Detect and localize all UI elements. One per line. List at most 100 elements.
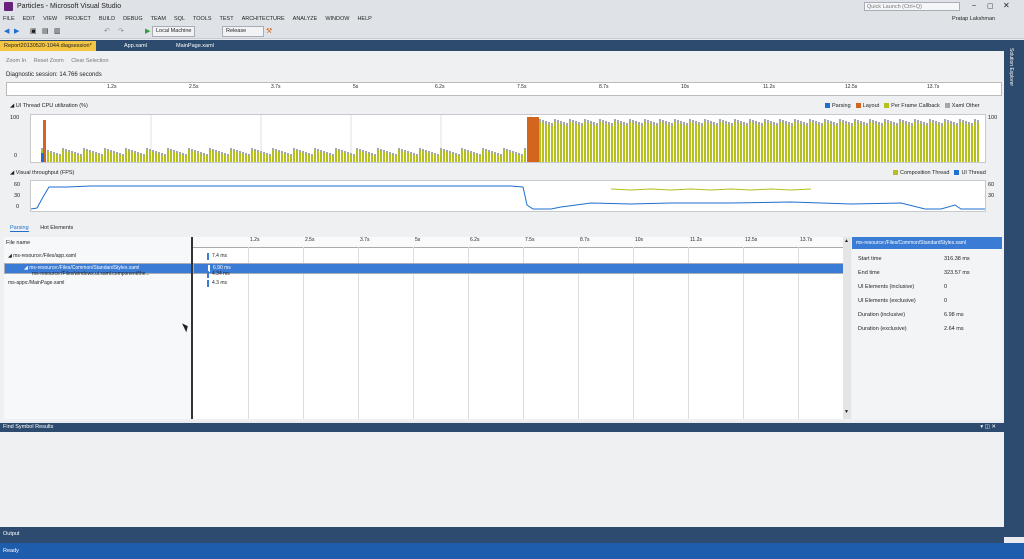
cpu-bar bbox=[665, 124, 667, 162]
cpu-bar bbox=[326, 152, 328, 154]
menu-item-window[interactable]: WINDOW bbox=[325, 16, 349, 22]
tab-hot-elements[interactable]: Hot Elements bbox=[40, 225, 73, 231]
fps-graph[interactable] bbox=[30, 180, 986, 212]
cpu-bar bbox=[101, 156, 103, 162]
menu-item-edit[interactable]: EDIT bbox=[23, 16, 36, 22]
cpu-bar bbox=[575, 121, 577, 124]
redo-icon[interactable]: ↷ bbox=[118, 27, 124, 35]
menu-item-team[interactable]: TEAM bbox=[151, 16, 166, 22]
save-icon[interactable]: ▤ bbox=[42, 27, 49, 35]
tree-row[interactable]: ◢ ms-resource:/Files/app.xaml bbox=[4, 252, 191, 261]
cpu-bar bbox=[416, 154, 418, 156]
tab-app-xaml[interactable]: App.xaml bbox=[120, 41, 151, 51]
maximize-button[interactable]: ▢ bbox=[987, 2, 994, 10]
cpu-legend: Parsing Layout Per Frame Callback Xaml Othe… bbox=[820, 103, 980, 109]
cpu-bar bbox=[272, 148, 274, 150]
clear-selection-button[interactable]: Clear Selection bbox=[71, 58, 108, 64]
cpu-bar bbox=[710, 121, 712, 124]
cpu-bar bbox=[293, 148, 295, 150]
timeline-bar bbox=[207, 253, 209, 260]
cpu-utilization-graph[interactable] bbox=[30, 114, 986, 163]
toolbox-icon[interactable]: ⚒ bbox=[266, 27, 272, 35]
cpu-bar bbox=[848, 122, 850, 125]
cpu-bar bbox=[584, 122, 586, 162]
panel-close-icon[interactable]: ▾ ◫ ✕ bbox=[980, 423, 996, 432]
timeline-duration: 4.34 ms bbox=[212, 271, 230, 277]
cpu-bar bbox=[215, 152, 217, 162]
reset-zoom-button[interactable]: Reset Zoom bbox=[34, 58, 64, 64]
config-select[interactable]: Release bbox=[222, 26, 264, 37]
cpu-bar bbox=[263, 154, 265, 162]
cpu-bar bbox=[413, 155, 415, 162]
minimize-button[interactable]: – bbox=[972, 2, 976, 9]
cpu-bar bbox=[575, 124, 577, 162]
cpu-bar bbox=[911, 123, 913, 126]
menu-item-build[interactable]: BUILD bbox=[99, 16, 115, 22]
cpu-bar bbox=[389, 152, 391, 154]
cpu-bar bbox=[338, 151, 340, 162]
close-button[interactable]: ✕ bbox=[1003, 1, 1010, 10]
cpu-bar bbox=[467, 152, 469, 162]
new-project-icon[interactable]: ▣ bbox=[30, 27, 37, 35]
menu-item-sql[interactable]: SQL bbox=[174, 16, 185, 22]
cpu-bar bbox=[140, 153, 142, 155]
timeline-row[interactable]: 4.3 ms bbox=[193, 279, 843, 288]
menu-item-project[interactable]: PROJECT bbox=[65, 16, 91, 22]
quick-launch-input[interactable]: Quick Launch (Ctrl+Q) bbox=[864, 2, 960, 11]
cpu-bar bbox=[242, 154, 244, 162]
tab-diagsession[interactable]: Report20130520-1044.diagsession* bbox=[0, 41, 96, 51]
start-debugging-icon[interactable]: ▶ bbox=[145, 27, 150, 35]
cpu-bar bbox=[518, 155, 520, 162]
cpu-bar bbox=[782, 123, 784, 162]
menu-item-test[interactable]: TEST bbox=[220, 16, 234, 22]
timeline-tick-label: 13.7s bbox=[800, 237, 813, 243]
cpu-bar bbox=[674, 119, 676, 122]
menu-item-debug[interactable]: DEBUG bbox=[123, 16, 143, 22]
cpu-bar bbox=[557, 123, 559, 162]
cpu-bar bbox=[656, 126, 658, 162]
menu-item-help[interactable]: HELP bbox=[357, 16, 371, 22]
cpu-bar bbox=[953, 125, 955, 162]
cpu-bar bbox=[791, 123, 793, 126]
cpu-bar bbox=[314, 148, 316, 150]
cpu-bar bbox=[338, 149, 340, 151]
save-all-icon[interactable]: ▥ bbox=[54, 27, 61, 35]
session-ruler[interactable]: 1.2s 2.5s 3.7s 5s 6.2s 7.5s 8.7s 10s 11.2s 12.5s 1… bbox=[6, 82, 1002, 96]
timeline-row[interactable]: 4.34 ms bbox=[193, 270, 843, 279]
user-name[interactable]: Pratap Lakshman bbox=[952, 16, 995, 22]
timeline-row[interactable]: 7.4 ms bbox=[193, 252, 843, 261]
menu-item-analyze[interactable]: ANALYZE bbox=[293, 16, 318, 22]
tree-row[interactable]: ms-resource:/Files/windows.ui.xaml.compo… bbox=[4, 270, 191, 279]
cpu-y-right: 100 bbox=[988, 115, 998, 121]
solution-explorer-label[interactable]: Solution Explorer bbox=[1008, 48, 1014, 86]
cpu-bar bbox=[221, 154, 223, 162]
detail-label: Duration (inclusive) bbox=[858, 312, 906, 318]
cpu-bar bbox=[284, 154, 286, 162]
undo-icon[interactable]: ↶ bbox=[104, 27, 110, 35]
output-tab[interactable]: Output bbox=[3, 531, 20, 537]
cpu-bar bbox=[629, 119, 631, 122]
back-icon[interactable]: ◀ bbox=[4, 27, 9, 35]
menu-item-view[interactable]: VIEW bbox=[43, 16, 57, 22]
report-command-bar: Zoom In Reset Zoom Clear Selection bbox=[0, 58, 1004, 67]
cpu-bar bbox=[779, 122, 781, 162]
tab-mainpage-xaml[interactable]: MainPage.xaml bbox=[172, 41, 218, 51]
timeline-scrollbar[interactable]: ▲ ▼ bbox=[843, 237, 851, 419]
cpu-bar bbox=[863, 122, 865, 125]
menu-item-tools[interactable]: TOOLS bbox=[193, 16, 212, 22]
scroll-up-icon[interactable]: ▲ bbox=[844, 238, 849, 244]
cpu-bar bbox=[476, 155, 478, 162]
cpu-bar bbox=[224, 155, 226, 162]
scroll-down-icon[interactable]: ▼ bbox=[844, 409, 849, 415]
menu-item-architecture[interactable]: ARCHITECTURE bbox=[242, 16, 285, 22]
cpu-bar bbox=[110, 150, 112, 152]
zoom-in-button[interactable]: Zoom In bbox=[6, 58, 26, 64]
forward-icon[interactable]: ▶ bbox=[14, 27, 19, 35]
legend-swatch bbox=[893, 170, 898, 176]
tab-parsing[interactable]: Parsing bbox=[10, 225, 29, 232]
target-select[interactable]: Local Machine bbox=[152, 26, 196, 37]
solution-explorer-strip[interactable]: Solution Explorer bbox=[1004, 40, 1024, 537]
menu-item-file[interactable]: FILE bbox=[3, 16, 15, 22]
tree-row[interactable]: ms-appx:/MainPage.xaml bbox=[4, 279, 191, 288]
tree-row-label: ms-appx:/MainPage.xaml bbox=[8, 280, 65, 286]
